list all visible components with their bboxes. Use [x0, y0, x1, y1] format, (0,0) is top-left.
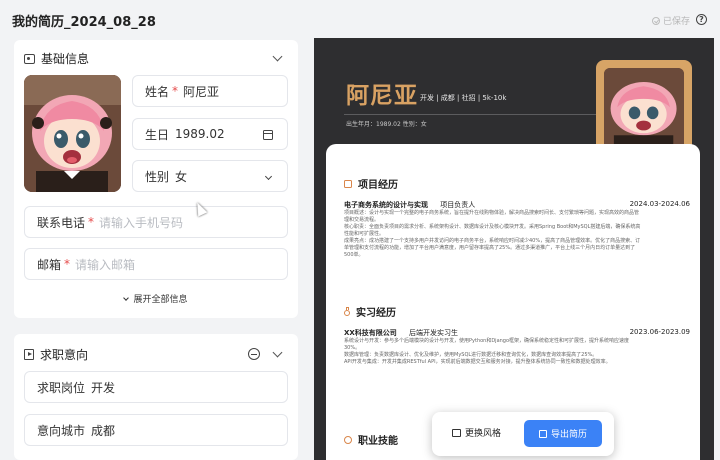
preview-photo	[604, 68, 684, 150]
city-label: 意向城市	[37, 423, 86, 438]
project-line: 500单。	[344, 252, 364, 258]
check-circle-icon	[652, 16, 660, 25]
position-value: 开发	[91, 380, 116, 395]
save-status-label: 已保存	[663, 17, 691, 27]
change-style-label: 更换风格	[465, 429, 502, 439]
project-line: 成果亮点：成功搭建了一个支持多用户并发访问的电子商务平台，系统响应时间减少40%…	[344, 238, 641, 244]
internship-line: 30%。	[344, 345, 361, 351]
position-field[interactable]: 求职岗位 开发	[24, 371, 288, 403]
expand-all-link[interactable]: 展开全部信息	[14, 292, 298, 305]
id-card-icon	[24, 53, 35, 64]
divider	[344, 114, 600, 115]
basic-info-title: 基础信息	[41, 52, 90, 66]
job-intent-title: 求职意向	[40, 348, 89, 362]
project-org: 电子商务系统的设计与实现	[344, 201, 428, 209]
skills-title: 职业技能	[358, 436, 398, 447]
internship-date: 2023.06-2023.09	[629, 328, 690, 336]
remove-section-icon[interactable]	[248, 348, 260, 360]
birthday-field[interactable]: 生日 1989.02	[132, 118, 288, 150]
monitor-icon	[344, 179, 352, 188]
flag-icon	[24, 349, 34, 360]
change-style-button[interactable]: 更换风格	[452, 426, 501, 439]
city-field[interactable]: 意向城市 成都	[24, 414, 288, 446]
export-icon	[538, 429, 547, 438]
project-line: 单管理和支付流程的功能，增加了平台用户满意度，用户留存率提高了25%。通过多渠道…	[344, 245, 636, 251]
email-field[interactable]: 邮箱 * 请输入邮箱	[24, 248, 288, 280]
phone-placeholder: 请输入手机号码	[99, 215, 184, 230]
project-line: 核心职责：全面负责项目的需求分析、系统架构设计、数据库设计及核心模块开发。采用S…	[344, 224, 641, 230]
resume-preview[interactable]: 阿尼亚 开发 | 成都 | 社招 | 5k-10k 出生年月：1989.02 性…	[314, 38, 714, 460]
basic-info-header: 基础信息	[24, 50, 89, 67]
preview-tags: 开发 | 成都 | 社招 | 5k-10k	[420, 94, 507, 102]
project-line: 项目概述：设计与实现一个完整的电子商务系统，旨在提升在线购物体验，解决商品搜索时…	[344, 210, 640, 216]
preview-avatar-image	[604, 68, 684, 150]
internship-section-title: 实习经历	[344, 304, 396, 319]
project-line: 性能和可扩展性。	[344, 231, 385, 237]
collapse-chevron-icon[interactable]	[272, 347, 283, 358]
gender-value: 女	[175, 169, 188, 184]
name-label: 姓名	[145, 84, 170, 99]
gender-select[interactable]: 性别 女	[132, 160, 288, 192]
palette-icon	[452, 428, 461, 437]
required-mark: *	[172, 84, 179, 98]
chevron-down-icon	[264, 172, 273, 181]
collapse-chevron-icon[interactable]	[272, 51, 283, 62]
internship-body: 系统设计与开发：参与多个后端模块的设计与开发，使用Python和Django框架…	[344, 338, 684, 366]
internship-line: API开发与集成：开发并集成RESTful API，实现前后端数据交互和服务对接…	[344, 359, 611, 365]
phone-field[interactable]: 联系电话 * 请输入手机号码	[24, 206, 288, 238]
expand-all-label: 展开全部信息	[133, 295, 188, 305]
export-resume-button[interactable]: 导出简历	[524, 420, 602, 447]
city-value: 成都	[91, 423, 116, 438]
target-icon	[344, 435, 352, 444]
job-intent-card: 求职意向 求职岗位 开发 意向城市 成都	[14, 334, 298, 460]
project-line: 理和交易流程。	[344, 217, 380, 223]
preview-meta: 出生年月：1989.02 性别：女	[346, 121, 427, 128]
required-mark: *	[88, 215, 95, 229]
internship-org: XX科技有限公司	[344, 329, 397, 337]
project-entry-head: 电子商务系统的设计与实现 项目负责人 2024.03-2024.06	[344, 200, 690, 210]
preview-name: 阿尼亚	[346, 83, 418, 109]
required-mark: *	[64, 257, 71, 271]
export-label: 导出简历	[550, 430, 587, 440]
birthday-value: 1989.02	[175, 127, 225, 141]
top-bar: 我的简历_2024_08_28 已保存 ?	[0, 0, 720, 38]
project-title: 项目经历	[358, 180, 398, 191]
skills-section-title: 职业技能	[344, 432, 398, 447]
help-icon[interactable]: ?	[696, 14, 707, 25]
document-title[interactable]: 我的简历_2024_08_28	[12, 11, 156, 30]
avatar-image	[24, 75, 121, 192]
email-placeholder: 请输入邮箱	[75, 257, 136, 272]
position-label: 求职岗位	[37, 380, 86, 395]
email-label: 邮箱	[37, 257, 62, 272]
action-bar: 更换风格 导出简历	[432, 412, 614, 456]
gender-label: 性别	[145, 169, 170, 184]
internship-line: 数据库管理：负责数据库设计、优化及维护，使用MySQL进行数据迁移和查询优化，数…	[344, 352, 598, 358]
project-role: 项目负责人	[440, 201, 476, 209]
basic-info-card: 基础信息 姓名 * 阿尼亚 生日 1989.02 性别 女 联系电话 * 请输入…	[14, 40, 298, 318]
avatar-upload[interactable]	[24, 75, 121, 192]
project-section-title: 项目经历	[344, 176, 398, 191]
internship-role: 后端开发实习生	[409, 329, 459, 337]
internship-line: 系统设计与开发：参与多个后端模块的设计与开发，使用Python和Django框架…	[344, 338, 630, 344]
name-value: 阿尼亚	[183, 84, 220, 99]
birthday-label: 生日	[145, 127, 170, 142]
internship-entry-head: XX科技有限公司 后端开发实习生 2023.06-2023.09	[344, 328, 690, 338]
medal-icon	[344, 307, 350, 316]
project-date: 2024.03-2024.06	[629, 200, 690, 208]
phone-label: 联系电话	[37, 215, 86, 230]
chevron-down-icon	[123, 295, 130, 301]
job-intent-header: 求职意向	[24, 346, 88, 363]
save-status: 已保存	[652, 14, 690, 27]
name-field[interactable]: 姓名 * 阿尼亚	[132, 75, 288, 107]
calendar-icon[interactable]	[263, 130, 273, 140]
project-body: 项目概述：设计与实现一个完整的电子商务系统，旨在提升在线购物体验，解决商品搜索时…	[344, 210, 684, 259]
internship-title: 实习经历	[356, 308, 396, 319]
